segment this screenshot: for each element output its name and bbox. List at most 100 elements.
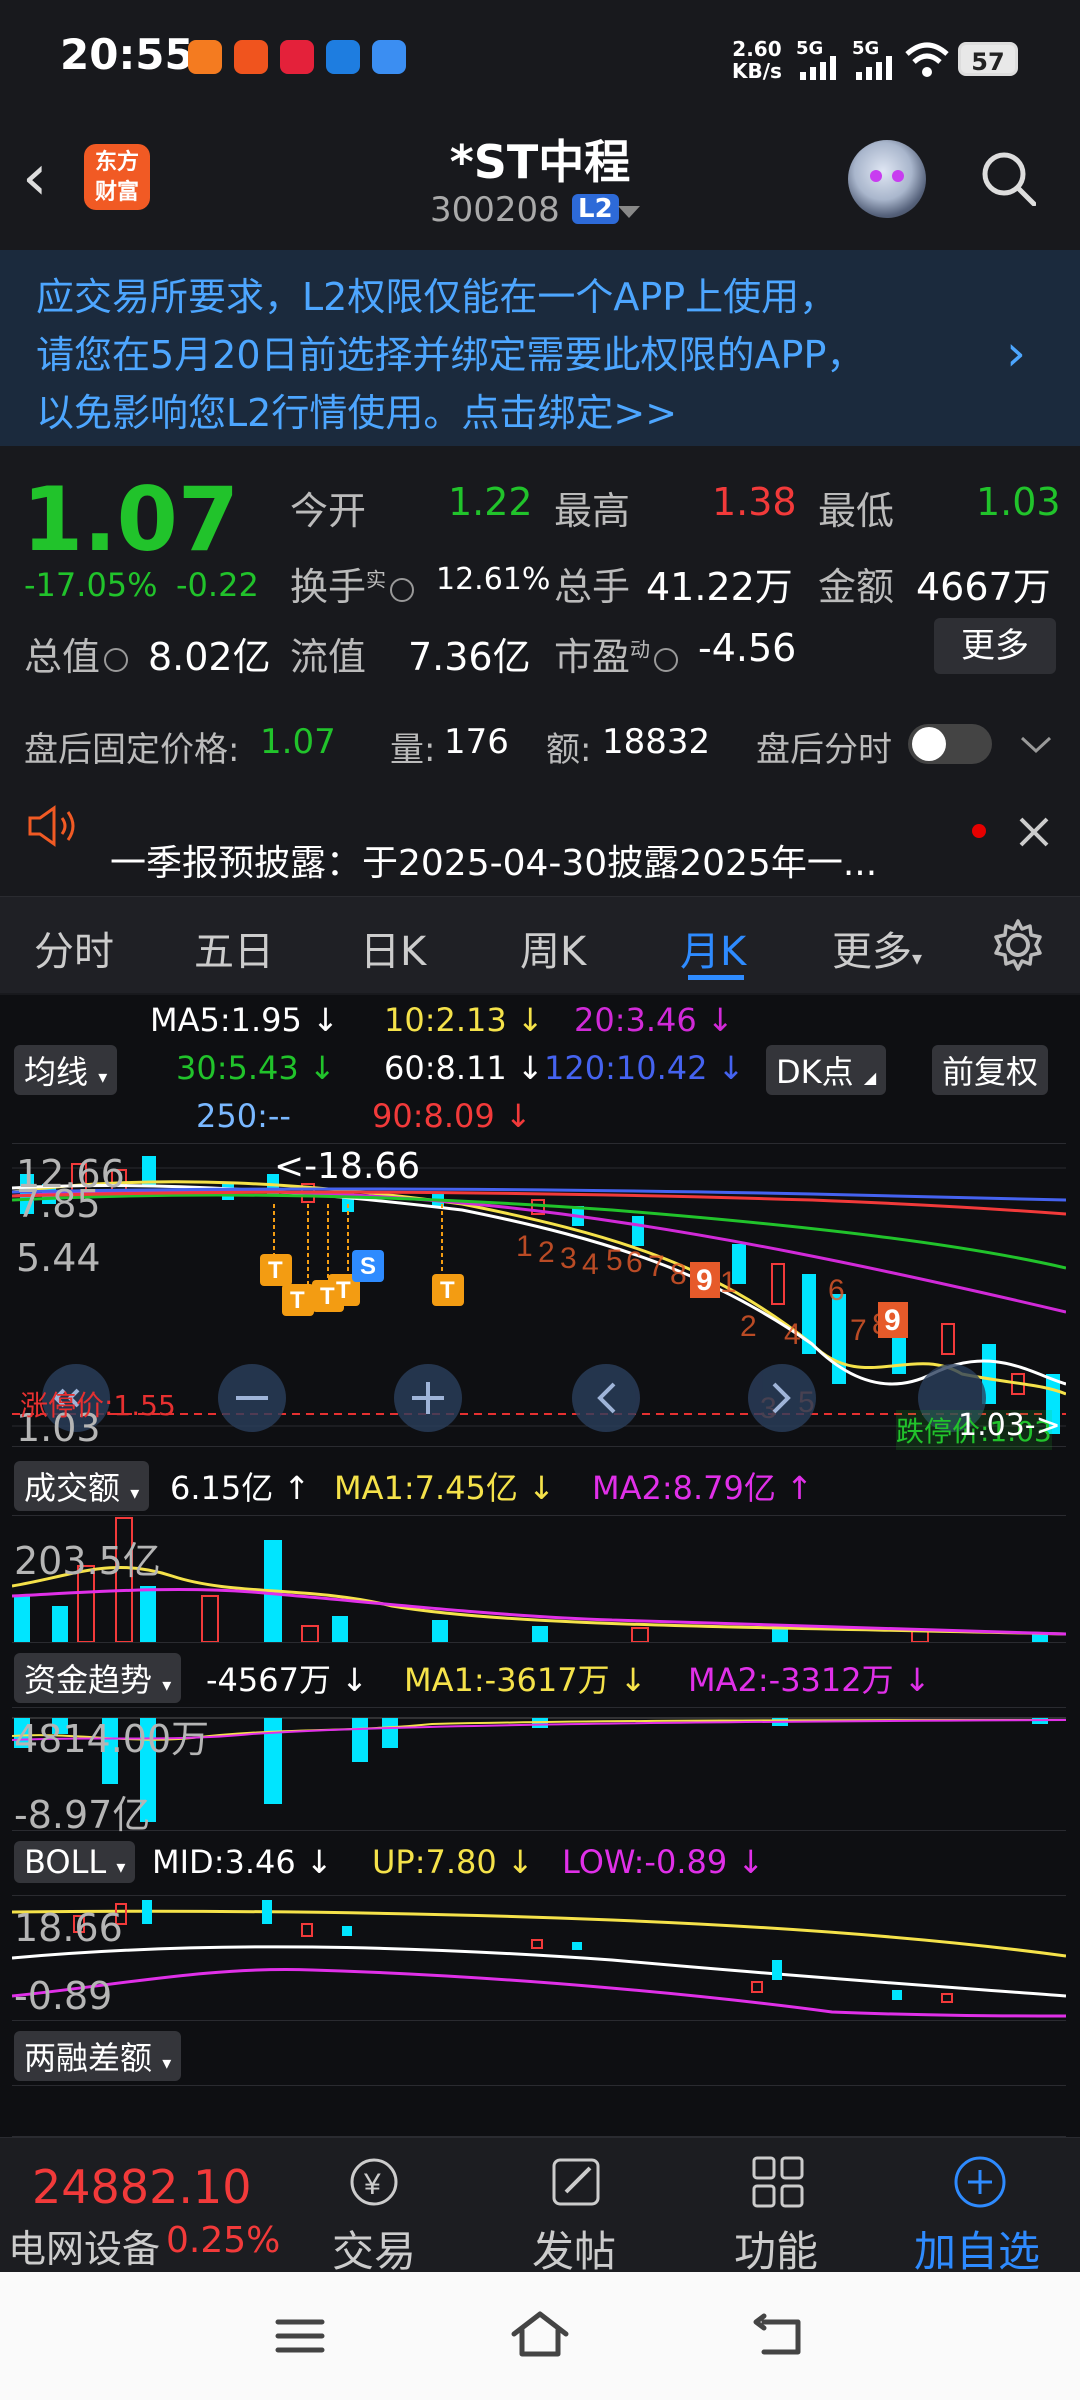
more-button[interactable]: 更多 [934,618,1056,674]
chevron-down-icon[interactable] [1020,736,1052,754]
system-nav-bar [0,2272,1080,2400]
boll-panel[interactable]: 18.66 -0.89 [12,1895,1066,2021]
functions-icon[interactable] [748,2152,808,2212]
battery-indicator: 57 [958,42,1018,76]
sector-index-widget[interactable]: 24882.10 电网设备 0.25% [0,2138,300,2273]
pe-label-text: 市盈 [554,635,631,679]
svg-text:7: 7 [648,1250,665,1283]
volume-indicator-selector[interactable]: 成交额 ▾ [14,1461,150,1511]
sector-index-value: 24882.10 [32,2160,252,2214]
svg-text:7: 7 [850,1314,867,1347]
price-adjust-button[interactable]: 前复权 [932,1045,1049,1095]
fund-trend-ma2: MA2:-3312万 ↓ [688,1661,931,1699]
after-hours-row: 盘后固定价格: 1.07 量: 176 额: 18832 盘后分时 [0,710,1080,782]
status-bar: 20:55 2.60 KB/s 5G 5G 57 [0,0,1080,110]
volume-indicator-label: 成交额 [24,1469,121,1507]
fund-trend-ma1: MA1:-3617万 ↓ [404,1661,647,1699]
info-icon[interactable] [654,647,679,672]
svg-text:T: T [440,1277,455,1304]
margin-label: 两融差额 [24,2039,153,2077]
tab-weekly-k[interactable]: 周K [520,919,586,977]
tab-more-label: 更多 [832,929,912,975]
fund-trend-panel[interactable]: 4814.00万 -8.97亿 [12,1707,1066,1837]
app-notification-icon [326,40,360,74]
stock-code[interactable]: 300208 [430,190,560,230]
amount-value: 4667万 [916,565,1051,609]
tab-intraday[interactable]: 分时 [34,919,114,977]
chevron-right-icon[interactable]: › [1006,324,1026,382]
l2-binding-notice[interactable]: 应交易所要求，L2权限仅能在一个APP上使用， 请您在5月20日前选择并绑定需要… [0,250,1080,446]
home-icon[interactable] [508,2308,572,2360]
fund-axis-top: 4814.00万 [14,1717,210,1761]
ai-assistant-icon[interactable] [848,140,926,218]
notice-line: 请您在5月20日前选择并绑定需要此权限的APP， [36,333,865,377]
last-price-marker: 1.03-> [958,1408,1061,1443]
margin-selector[interactable]: 两融差额 ▾ [14,2031,182,2081]
margin-panel[interactable] [12,2085,1066,2137]
svg-text:1: 1 [720,1266,737,1299]
turnover-sup: 实 [366,567,387,592]
net-speed-value: 2.60 [732,37,782,61]
wifi-icon [905,42,949,77]
back-nav-icon[interactable] [750,2312,810,2360]
svg-text:3: 3 [560,1242,577,1275]
tab-five-day[interactable]: 五日 [194,919,274,977]
boll-axis-bottom: -0.89 [14,1974,113,2018]
add-watchlist-button[interactable]: 加自选 [914,2218,1040,2279]
ma-selector-label: 均线 [24,1053,89,1091]
chevron-down-icon[interactable] [618,206,640,220]
l2-badge[interactable]: L2 [572,194,619,224]
fixed-price-label: 盘后固定价格: [24,730,240,770]
low-value: 1.03 [976,480,1061,524]
after-volume-value: 176 [444,722,509,762]
boll-selector[interactable]: BOLL ▾ [14,1841,136,1883]
announcement-text[interactable]: 一季报预披露：于2025-04-30披露2025年一... [110,834,877,886]
change-percent: -17.05% [24,566,158,604]
functions-button[interactable]: 功能 [734,2218,818,2279]
after-timeshare-label: 盘后分时 [756,730,892,770]
float-cap-label: 流值 [290,635,367,679]
svg-text:1: 1 [516,1230,533,1263]
svg-text:8: 8 [670,1258,687,1291]
net-speed-unit: KB/s [732,59,782,83]
tab-monthly-k[interactable]: 月K [680,919,746,977]
high-label: 最高 [554,489,631,533]
ma-selector[interactable]: 均线 ▾ [14,1045,118,1095]
boll-mid: MID:3.46 ↓ [152,1843,333,1881]
app-notification-icon [188,40,222,74]
svg-text:4: 4 [582,1248,599,1281]
trade-button[interactable]: 交易 [332,2218,416,2279]
caret-down-icon: ▾ [912,946,923,970]
tab-daily-k[interactable]: 日K [360,919,426,977]
caret-down-icon: ▾ [98,1067,108,1088]
post-button[interactable]: 发帖 [532,2218,616,2279]
sector-index-name: 电网设备 [8,2227,161,2271]
market-cap-label: 总值 [24,626,129,681]
search-icon[interactable] [980,150,1036,206]
active-tab-indicator [688,975,744,980]
caret-down-icon: ▾ [162,2053,172,2074]
kline-chart-area[interactable]: MA5:1.95 ↓ 10:2.13 ↓ 20:3.46 ↓ 均线 ▾ 30:5… [0,995,1080,2137]
add-watchlist-icon[interactable] [950,2152,1010,2212]
announcement-bar[interactable]: 一季报预披露：于2025-04-30披露2025年一... [0,790,1080,890]
ma90-legend: 90:8.09 ↓ [372,1097,532,1135]
volume-panel[interactable]: 203.5亿 [12,1515,1066,1643]
ma250-legend: 250:-- [196,1097,291,1135]
info-icon[interactable] [390,577,415,602]
post-icon[interactable] [546,2152,606,2212]
open-label: 今开 [290,489,367,533]
volume-ma2: MA2:8.79亿 ↑ [592,1469,813,1507]
fund-trend-selector[interactable]: 资金趋势 ▾ [14,1653,182,1703]
after-amount-label: 额: [546,730,592,770]
menu-icon[interactable] [272,2314,328,2358]
tab-more[interactable]: 更多▾ [832,919,922,977]
after-hours-toggle[interactable] [908,724,992,764]
info-icon[interactable] [104,647,129,672]
dk-point-button[interactable]: DK点 ◢ [766,1045,887,1095]
y-axis-mid-label: 7.85 [16,1182,101,1226]
gear-icon[interactable] [990,917,1046,973]
close-icon[interactable] [1018,816,1050,848]
kline-panel[interactable]: TTTTTS 1234 5678 1246 7835 9 9 [12,1143,1066,1450]
trade-icon[interactable]: ¥ [344,2152,404,2212]
high-value: 1.38 [712,480,797,524]
